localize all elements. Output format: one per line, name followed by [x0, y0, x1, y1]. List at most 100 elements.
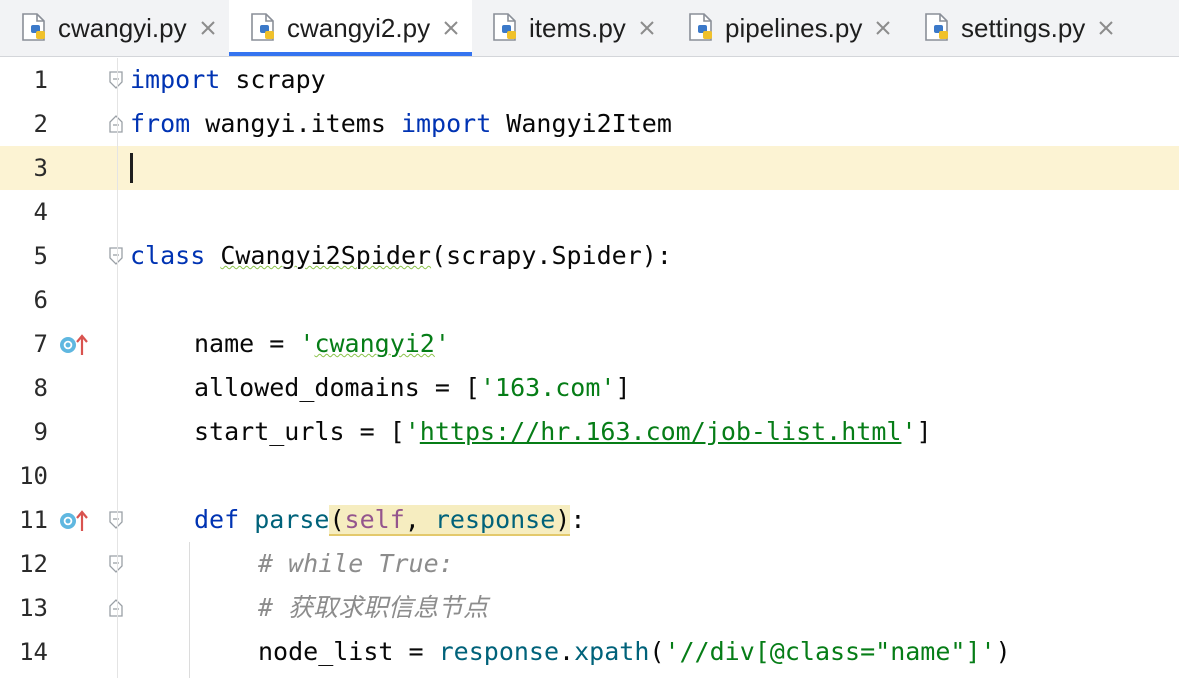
- editor-gutter[interactable]: 1 2 3 4 5 6 7 8 9 10 11 12 13 14: [0, 58, 123, 678]
- close-icon[interactable]: [199, 19, 217, 37]
- line-number[interactable]: 7: [0, 322, 48, 366]
- paren: ): [555, 505, 571, 534]
- comma: ,: [404, 505, 435, 534]
- line-number[interactable]: 1: [0, 58, 48, 102]
- line-number[interactable]: 3: [0, 146, 48, 190]
- line-number[interactable]: 14: [0, 630, 48, 674]
- operator: =: [393, 637, 439, 666]
- colon: :: [570, 505, 586, 534]
- code-comment[interactable]: # 获取求职信息节点: [258, 586, 488, 630]
- operator: = [: [344, 417, 405, 446]
- string: ': [434, 329, 450, 358]
- code-line[interactable]: node_list = response.xpath('//div[@class…: [258, 630, 1011, 674]
- tab-items[interactable]: items.py: [473, 0, 669, 56]
- operator: ]: [916, 417, 932, 446]
- python-file-icon: [925, 13, 948, 41]
- close-icon[interactable]: [442, 19, 460, 37]
- line-number[interactable]: 5: [0, 234, 48, 278]
- self-param: self: [344, 505, 405, 534]
- string: ': [901, 417, 917, 446]
- dot: .: [559, 637, 575, 666]
- line-number[interactable]: 11: [0, 498, 48, 542]
- code-line[interactable]: import scrapy: [130, 58, 326, 102]
- gutter-separator: [117, 58, 118, 678]
- tab-pipelines[interactable]: pipelines.py: [669, 0, 905, 56]
- code-line[interactable]: name = 'cwangyi2': [194, 322, 450, 366]
- tab-label: settings.py: [961, 12, 1086, 43]
- line-number[interactable]: 10: [0, 454, 48, 498]
- code-line[interactable]: def parse(self, response):: [194, 498, 585, 542]
- tab-label: pipelines.py: [725, 12, 863, 43]
- code-editor[interactable]: 1 2 3 4 5 6 7 8 9 10 11 12 13 14 import …: [0, 58, 1179, 678]
- python-file-icon: [689, 13, 712, 41]
- parameter-list: (self, response): [329, 505, 571, 536]
- keyword: def: [194, 505, 240, 534]
- editor-tab-bar: cwangyi.py cwangyi2.py items.py pipeline…: [0, 0, 1179, 57]
- close-icon[interactable]: [638, 19, 656, 37]
- line-number[interactable]: 9: [0, 410, 48, 454]
- text-caret: [130, 153, 133, 183]
- keyword: from: [130, 109, 191, 138]
- overrides-method-icon[interactable]: [59, 509, 89, 533]
- line-number[interactable]: 2: [0, 102, 48, 146]
- string: ': [404, 417, 420, 446]
- string: '//div[@class="name"]': [664, 637, 996, 666]
- tab-cwangyi[interactable]: cwangyi.py: [0, 0, 228, 56]
- fold-marker-icon[interactable]: [108, 599, 124, 617]
- close-icon[interactable]: [874, 19, 892, 37]
- close-icon[interactable]: [1097, 19, 1115, 37]
- fold-marker-icon[interactable]: [108, 555, 124, 573]
- string: ': [299, 329, 315, 358]
- tab-label: cwangyi.py: [58, 12, 187, 43]
- code-text: scrapy: [220, 65, 326, 94]
- string: cwangyi2: [314, 329, 435, 358]
- variable: node_list: [258, 637, 394, 666]
- fold-marker-icon[interactable]: [108, 511, 124, 529]
- python-file-icon: [22, 13, 45, 41]
- line-number[interactable]: 8: [0, 366, 48, 410]
- line-number[interactable]: 12: [0, 542, 48, 586]
- tab-settings[interactable]: settings.py: [905, 0, 1141, 56]
- operator: = [: [419, 373, 480, 402]
- variable: allowed_domains: [194, 373, 420, 402]
- class-name: Cwangyi2Spider: [220, 241, 432, 270]
- overrides-method-icon[interactable]: [59, 333, 89, 357]
- object-ref: response: [438, 637, 560, 666]
- variable: name: [194, 329, 255, 358]
- tab-label: items.py: [529, 12, 626, 43]
- tab-cwangyi2[interactable]: cwangyi2.py: [229, 0, 472, 56]
- url-link[interactable]: https://hr.163.com/job-list.html: [420, 417, 902, 446]
- code-comment[interactable]: # while True:: [258, 542, 454, 586]
- variable: start_urls: [194, 417, 345, 446]
- line-number[interactable]: 13: [0, 586, 48, 630]
- python-file-icon: [251, 13, 274, 41]
- indent-guide: [189, 542, 190, 678]
- paren: ): [995, 637, 1011, 666]
- python-file-icon: [493, 13, 516, 41]
- paren: (: [329, 505, 345, 534]
- operator: ]: [615, 373, 631, 402]
- caret-line-highlight: [0, 146, 1179, 190]
- fold-marker-icon[interactable]: [108, 115, 124, 133]
- code-line[interactable]: allowed_domains = ['163.com']: [194, 366, 631, 410]
- fold-marker-icon[interactable]: [108, 247, 124, 265]
- line-number[interactable]: 4: [0, 190, 48, 234]
- parameter: response: [434, 505, 556, 534]
- string: '163.com': [480, 373, 616, 402]
- tab-label: cwangyi2.py: [287, 12, 431, 43]
- fold-marker-icon[interactable]: [108, 71, 124, 89]
- operator: =: [254, 329, 300, 358]
- keyword: import: [130, 65, 221, 94]
- code-line[interactable]: from wangyi.items import Wangyi2Item: [130, 102, 672, 146]
- function-name: parse: [254, 505, 330, 534]
- keyword: class: [130, 241, 206, 270]
- code-line[interactable]: start_urls = ['https://hr.163.com/job-li…: [194, 410, 932, 454]
- paren: (: [649, 637, 665, 666]
- line-number[interactable]: 6: [0, 278, 48, 322]
- code-line[interactable]: class Cwangyi2Spider(scrapy.Spider):: [130, 234, 672, 278]
- code-text: wangyi.items: [190, 109, 401, 138]
- keyword: import: [400, 109, 492, 138]
- code-text: (scrapy.Spider):: [431, 241, 672, 270]
